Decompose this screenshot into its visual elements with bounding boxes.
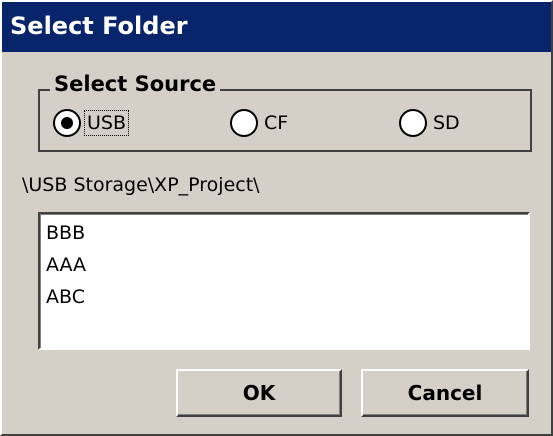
radio-cf[interactable]: CF — [230, 106, 290, 140]
radio-cf-label[interactable]: CF — [262, 111, 290, 135]
radio-sd[interactable]: SD — [399, 106, 462, 140]
ok-button[interactable]: OK — [176, 369, 342, 417]
select-folder-dialog: Select Folder Select Source USB CF SD \U… — [0, 0, 553, 436]
cancel-button[interactable]: Cancel — [361, 369, 529, 417]
current-path-label: \USB Storage\XP_Project\ — [22, 174, 260, 196]
folder-list[interactable]: BBB AAA ABC — [38, 212, 530, 350]
radio-usb-circle[interactable] — [53, 109, 81, 137]
radio-cf-circle[interactable] — [230, 109, 258, 137]
list-item[interactable]: BBB — [46, 218, 85, 248]
radio-usb-label[interactable]: USB — [83, 110, 130, 136]
radio-sd-label[interactable]: SD — [431, 111, 462, 135]
title-bar[interactable]: Select Folder — [2, 2, 551, 52]
dialog-title: Select Folder — [10, 12, 188, 40]
list-item[interactable]: AAA — [46, 250, 86, 280]
list-item[interactable]: ABC — [46, 282, 85, 312]
radio-sd-circle[interactable] — [399, 109, 427, 137]
select-source-label: Select Source — [50, 72, 221, 96]
radio-usb[interactable]: USB — [53, 106, 130, 140]
radio-selected-dot — [61, 117, 73, 129]
